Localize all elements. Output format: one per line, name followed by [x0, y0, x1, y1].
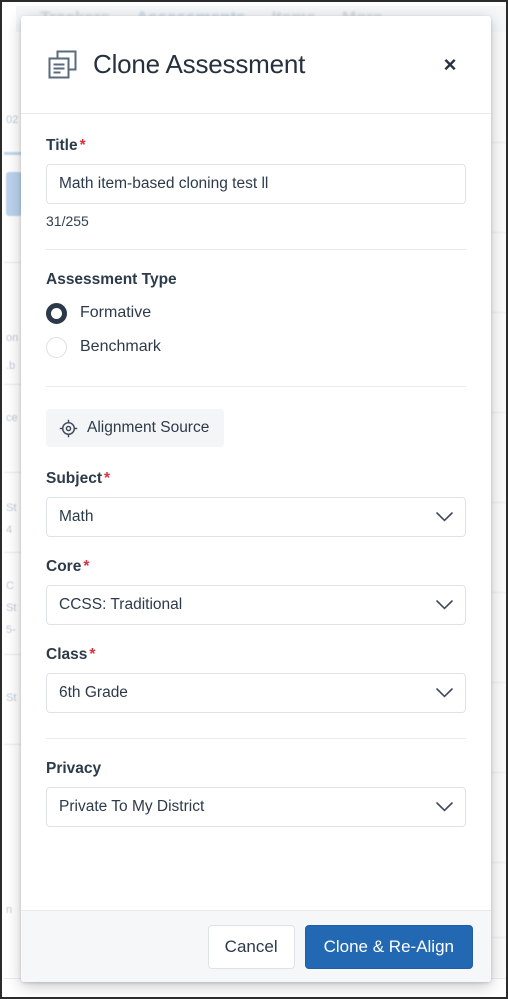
background-divider: [4, 384, 22, 385]
background-divider: [4, 744, 22, 745]
background-fragment: St: [6, 692, 17, 704]
background-divider: [4, 654, 22, 655]
cancel-button[interactable]: Cancel: [207, 924, 295, 969]
privacy-select[interactable]: Private To My District: [46, 787, 466, 827]
background-left-sliver: 02 on .b ce St 4 C St 5- St n: [4, 32, 22, 978]
alignment-source-button[interactable]: Alignment Source: [46, 409, 225, 447]
background-fragment: 5-: [6, 624, 16, 636]
background-fragment: St: [6, 602, 17, 614]
background-divider: [4, 262, 22, 263]
privacy-field-label: Privacy: [46, 760, 102, 777]
section-divider: [46, 249, 466, 250]
target-crosshair-icon: [59, 419, 78, 437]
background-highlight-card: [6, 172, 22, 216]
class-label-text: Class: [46, 646, 88, 663]
class-select[interactable]: 6th Grade: [46, 673, 466, 713]
radio-option-benchmark[interactable]: Benchmark: [46, 332, 466, 362]
background-fragment: ce: [6, 412, 18, 424]
required-asterisk: *: [89, 646, 96, 663]
assessment-type-label: Assessment Type: [46, 271, 177, 288]
alignment-source-label: Alignment Source: [87, 419, 210, 436]
background-fragment: 02: [6, 114, 19, 126]
radio-label-formative: Formative: [80, 304, 152, 321]
class-selected-value: 6th Grade: [59, 684, 128, 701]
close-icon[interactable]: ×: [433, 48, 467, 82]
subject-field-label: Subject *: [46, 470, 466, 488]
clone-document-icon: [48, 50, 77, 78]
page-title: Clone Assessment: [93, 49, 306, 80]
core-group: Core * CCSS: Traditional: [46, 558, 466, 625]
char-counter: 31/255: [46, 213, 89, 229]
background-divider: [4, 552, 22, 553]
background-fragment: n: [6, 904, 13, 916]
section-divider: [46, 738, 466, 739]
radio-label-benchmark: Benchmark: [80, 338, 161, 355]
clone-and-realign-button[interactable]: Clone & Re-Align: [304, 924, 473, 969]
radio-selected-icon: [46, 302, 67, 324]
subject-group: Subject * Math: [46, 470, 466, 537]
subject-selected-value: Math: [59, 508, 94, 525]
subject-select[interactable]: Math: [46, 497, 466, 537]
core-selected-value: CCSS: Traditional: [59, 596, 183, 613]
privacy-group: Privacy Private To My District: [46, 760, 466, 827]
background-fragment: C: [6, 580, 14, 592]
radio-unselected-icon: [46, 336, 67, 358]
background-fragment: St: [6, 502, 17, 514]
subject-label-text: Subject: [46, 470, 102, 487]
class-group: Class * 6th Grade: [46, 646, 466, 713]
background-fragment: 4: [6, 524, 13, 536]
title-label-text: Title: [46, 137, 78, 154]
core-select[interactable]: CCSS: Traditional: [46, 585, 466, 625]
core-field-label: Core *: [46, 558, 466, 576]
clone-assessment-modal: Clone Assessment × Title* 31/255 Assessm…: [21, 16, 491, 982]
class-field-label: Class *: [46, 646, 466, 664]
privacy-selected-value: Private To My District: [59, 798, 205, 815]
required-asterisk: *: [83, 558, 90, 575]
required-asterisk: *: [103, 470, 111, 487]
radio-option-formative[interactable]: Formative: [46, 298, 466, 328]
title-field-label: Title *: [46, 137, 466, 155]
app-screen: Trackers Assessments Items More 02 on .b…: [0, 0, 508, 999]
core-label-text: Core: [46, 558, 82, 575]
modal-footer: Cancel Clone & Re-Align: [21, 910, 491, 982]
background-fragment: on: [6, 332, 19, 344]
background-fragment: .b: [6, 360, 16, 372]
title-input[interactable]: [46, 164, 466, 204]
modal-header: Clone Assessment ×: [21, 16, 491, 114]
background-right-sliver: [491, 32, 506, 978]
background-divider: [4, 472, 22, 473]
background-divider: [4, 152, 22, 155]
section-divider: [46, 386, 466, 387]
assessment-type-group: Assessment Type Formative Benchmark: [46, 271, 466, 362]
required-asterisk: *: [79, 137, 86, 154]
modal-body: Title* 31/255 Assessment Type Formative …: [21, 114, 491, 910]
